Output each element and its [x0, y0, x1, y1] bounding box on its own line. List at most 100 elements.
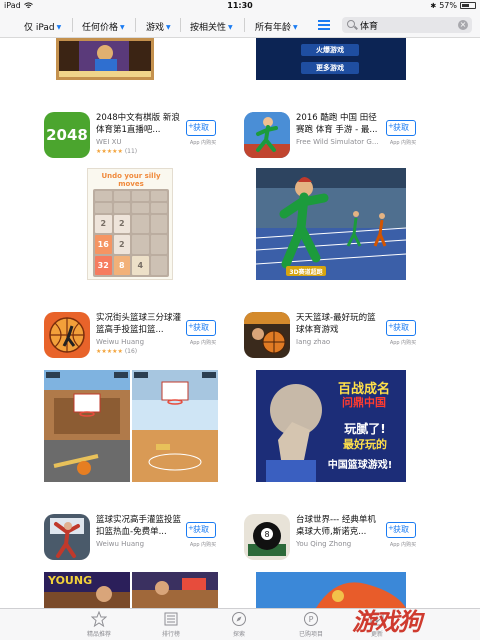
app-billiards[interactable]: 8 台球世界--- 经典单机桌球大师,斯诺克... You Qing Zhong…: [244, 514, 434, 574]
search-query[interactable]: 体育: [360, 19, 378, 32]
banner-line-4: 最好玩的: [343, 438, 387, 451]
get-button[interactable]: + 获取: [186, 522, 216, 538]
divider: [180, 18, 181, 32]
app-icon-billiards[interactable]: 8: [244, 514, 290, 560]
rating-stars: ★★★★★ (11): [96, 148, 138, 155]
screenshot-young-right[interactable]: [132, 572, 218, 608]
game-tile: [132, 214, 149, 234]
search-field[interactable]: 体育 ×: [342, 17, 472, 33]
search-icon: [347, 20, 355, 28]
star-icon: [91, 611, 107, 627]
rating-count: (16): [124, 348, 138, 355]
svg-text:P: P: [309, 615, 314, 624]
app-developer: Iang zhao: [296, 338, 331, 346]
tab-label: 已购项目: [298, 631, 323, 638]
basketball-icon: [44, 312, 90, 358]
age-filter[interactable]: 所有年龄 ▼: [255, 20, 298, 33]
screenshot-indoor-court[interactable]: [132, 370, 218, 482]
clock: 11:30: [227, 1, 253, 10]
divider: [72, 18, 73, 32]
compass-icon: [232, 612, 246, 626]
get-button[interactable]: + 获取: [386, 120, 416, 136]
indoor-court-art: [132, 370, 218, 482]
game-tile: 4: [132, 256, 149, 275]
race-badge: 3D赛道超跑: [289, 269, 323, 276]
app-title[interactable]: 台球世界--- 经典单机桌球大师,斯诺克...: [296, 514, 382, 538]
category-filter[interactable]: 游戏 ▼: [146, 20, 171, 33]
game-tile: 16: [95, 235, 112, 255]
chevron-down-icon: ▼: [293, 24, 298, 31]
list-view-icon[interactable]: [318, 20, 330, 30]
app-running[interactable]: 2016 酷跑 中国 田径赛跑 体育 手游 - 最... Free Wild S…: [244, 112, 434, 172]
top-screenshot-left[interactable]: [56, 38, 154, 80]
get-button-label: 获取: [193, 123, 209, 132]
app-icon-label: 2048: [46, 126, 88, 144]
clear-icon[interactable]: ×: [458, 20, 468, 30]
menu-line-2: 更多游戏: [316, 64, 344, 72]
race-track-art: [256, 168, 406, 280]
eight-ball-icon: 8: [244, 514, 290, 560]
menu-line-1: 火爆游戏: [316, 46, 344, 54]
app-icon-2048[interactable]: 2048: [44, 112, 90, 158]
screenshot-race[interactable]: 3D赛道超跑: [256, 168, 406, 280]
game-board: 2 2 16 2 32 8 4: [93, 189, 169, 277]
banner-line-3: 玩腻了!: [344, 422, 386, 436]
app-daily-basketball[interactable]: 天天篮球-最好玩的篮球体育游戏 Iang zhao + 获取 App 内购买: [244, 312, 434, 372]
screenshot-basketball-banner[interactable]: 百战成名 问鼎中国 玩腻了! 最好玩的 中国篮球游戏!: [256, 370, 406, 482]
screenshot-heading: Undo your silly moves: [101, 172, 161, 188]
price-filter[interactable]: 任何价格 ▼: [82, 20, 125, 33]
get-button-label: 获取: [193, 323, 209, 332]
game-tile: 32: [95, 256, 112, 275]
app-basketball-live[interactable]: 篮球实况高手灌篮投篮扣篮热血-免费单... Weiwu Huang + 获取 Ap…: [44, 514, 234, 574]
app-street-basketball[interactable]: 实况街头篮球三分球灌篮高手投篮扣篮... Weiwu Huang ★★★★★ (…: [44, 312, 234, 372]
app-title[interactable]: 2016 酷跑 中国 田径赛跑 体育 手游 - 最...: [296, 112, 382, 136]
get-button[interactable]: + 获取: [186, 320, 216, 336]
screenshot-2048[interactable]: Undo your silly moves 2 2 16 2 32 8 4: [87, 168, 173, 280]
svg-text:8: 8: [264, 530, 269, 539]
tab-featured[interactable]: 精品推荐: [74, 611, 124, 638]
get-button-label: 获取: [393, 525, 409, 534]
in-app-purchase-note: App 内购买: [389, 542, 417, 548]
screenshot-young-left[interactable]: YOUNG: [44, 572, 130, 608]
app-developer: Free Wild Simulator G...: [296, 138, 379, 146]
app-title[interactable]: 2048中文有棋版 新浪体育第1直播吧...: [96, 112, 182, 136]
app-developer: Weiwu Huang: [96, 338, 145, 346]
chevron-down-icon: ▼: [120, 24, 125, 31]
game-tile: [95, 202, 112, 213]
tab-charts[interactable]: 排行榜: [146, 611, 196, 638]
app-2048[interactable]: 2048 2048中文有棋版 新浪体育第1直播吧... WEI XU ★★★★★…: [44, 112, 234, 172]
purchased-icon: P: [304, 612, 318, 626]
tab-purchased[interactable]: P 已购项目: [286, 611, 336, 638]
get-button[interactable]: + 获取: [386, 320, 416, 336]
app-title[interactable]: 篮球实况高手灌篮投篮扣篮热血-免费单...: [96, 514, 182, 538]
tab-label: 探索: [232, 631, 245, 638]
divider: [244, 18, 245, 32]
app-developer: Weiwu Huang: [96, 540, 145, 548]
get-button-label: 获取: [193, 525, 209, 534]
app-icon-street-basketball[interactable]: [44, 312, 90, 358]
street-court-art: [44, 370, 130, 482]
get-button[interactable]: + 获取: [386, 522, 416, 538]
battery-icon: [460, 2, 476, 9]
game-tile: [150, 214, 167, 234]
app-title[interactable]: 天天篮球-最好玩的篮球体育游戏: [296, 312, 382, 336]
get-button[interactable]: + 获取: [186, 120, 216, 136]
sort-filter[interactable]: 按相关性 ▼: [190, 20, 233, 33]
runner-icon: [244, 112, 290, 158]
tab-label: 精品推荐: [86, 631, 111, 638]
status-bar: iPad 11:30 ✱ 57%: [0, 0, 480, 12]
app-icon-running[interactable]: [244, 112, 290, 158]
get-button-label: 获取: [393, 323, 409, 332]
tab-explore[interactable]: 探索: [214, 611, 264, 638]
app-developer: You Qing Zhong: [296, 540, 352, 548]
app-title[interactable]: 实况街头篮球三分球灌篮高手投篮扣篮...: [96, 312, 182, 336]
top-screenshot-right[interactable]: 火爆游戏 更多游戏: [256, 38, 406, 80]
in-app-purchase-note: App 内购买: [389, 340, 417, 346]
get-button-label: 获取: [393, 123, 409, 132]
screenshot-street-court[interactable]: [44, 370, 130, 482]
app-developer: WEI XU: [96, 138, 122, 146]
app-icon-basketball-live[interactable]: [44, 514, 90, 560]
app-icon-daily-basketball[interactable]: [244, 312, 290, 358]
device-filter[interactable]: 仅 iPad ▼: [24, 20, 61, 33]
young-court-art: [132, 572, 218, 608]
